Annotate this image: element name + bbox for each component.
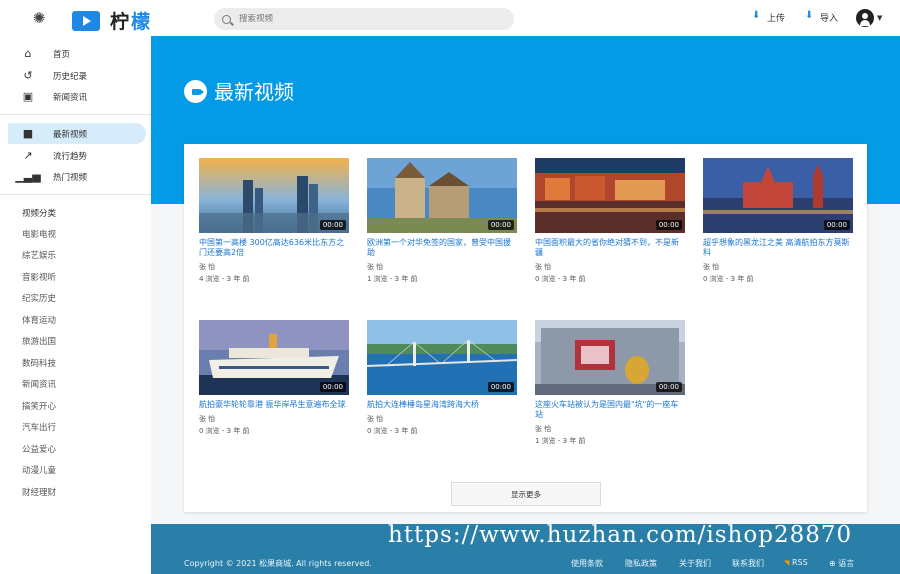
video-item[interactable]: 00:00 中国面积最大的省你绝对猜不到，不是新疆 张 怡 0 浏览 - 3 年… bbox=[535, 158, 685, 284]
video-author[interactable]: 张 怡 bbox=[199, 414, 349, 424]
video-author[interactable]: 张 怡 bbox=[535, 424, 685, 434]
bar-chart-icon: ▁▃▅ bbox=[15, 170, 41, 183]
video-thumbnail[interactable]: 00:00 bbox=[367, 320, 517, 395]
logo-text: 柠檬 bbox=[110, 11, 153, 33]
main-content: 最新视频 00:00 中国第一高楼 300亿高达636米比东方之门还要高2倍 张… bbox=[151, 36, 900, 524]
category-link[interactable]: 综艺娱乐 bbox=[22, 249, 56, 261]
footer-link-language[interactable]: ⊕ 语言 bbox=[829, 558, 854, 569]
video-thumbnail[interactable]: 00:00 bbox=[703, 158, 853, 233]
video-thumbnail[interactable]: 00:00 bbox=[535, 158, 685, 233]
brightness-icon[interactable]: ✺ bbox=[30, 9, 48, 27]
sidebar-divider bbox=[0, 114, 151, 115]
video-meta: 0 浏览 - 3 年 前 bbox=[199, 427, 250, 435]
search-icon[interactable] bbox=[222, 14, 231, 24]
category-link[interactable]: 体育运动 bbox=[22, 314, 56, 326]
import-label: 导入 bbox=[820, 14, 839, 24]
footer-link-terms[interactable]: 使用条款 bbox=[571, 558, 603, 569]
video-meta: 1 浏览 - 3 年 前 bbox=[367, 275, 418, 283]
video-author[interactable]: 张 怡 bbox=[367, 414, 517, 424]
upload-button[interactable]: 上传 bbox=[752, 10, 786, 25]
upload-label: 上传 bbox=[767, 14, 786, 24]
video-camera-icon bbox=[184, 80, 207, 103]
video-item[interactable]: 00:00 这座火车站被认为是国内最"坑"的一座车站 张 怡 1 浏览 - 3 … bbox=[535, 320, 685, 446]
video-thumbnail[interactable]: 00:00 bbox=[199, 158, 349, 233]
video-title[interactable]: 这座火车站被认为是国内最"坑"的一座车站 bbox=[535, 400, 685, 420]
video-title[interactable]: 中国面积最大的省你绝对猜不到，不是新疆 bbox=[535, 238, 685, 258]
sidebar-item-trending[interactable]: ↗ 流行趋势 bbox=[8, 145, 146, 166]
video-author[interactable]: 张 怡 bbox=[535, 262, 685, 272]
category-link[interactable]: 音影视听 bbox=[22, 271, 56, 283]
footer-link-about[interactable]: 关于我们 bbox=[679, 558, 711, 569]
video-item[interactable]: 00:00 航拍大连棒棰岛星海湾跨海大桥 张 怡 0 浏览 - 3 年 前 bbox=[367, 320, 517, 436]
categories-title: 视频分类 bbox=[22, 209, 57, 219]
video-item[interactable]: 00:00 超乎想象的黑龙江之美 高清航拍东方莫斯科 张 怡 0 浏览 - 3 … bbox=[703, 158, 853, 284]
sidebar-divider bbox=[0, 194, 151, 195]
site-logo[interactable]: 柠檬 bbox=[72, 7, 152, 34]
caret-down-icon[interactable]: ▼ bbox=[877, 14, 882, 22]
category-link[interactable]: 电影电视 bbox=[22, 228, 56, 240]
rss-icon: ◥ bbox=[784, 559, 790, 567]
video-camera-icon: ■ bbox=[22, 127, 34, 140]
video-thumbnail[interactable]: 00:00 bbox=[199, 320, 349, 395]
category-link[interactable]: 新闻资讯 bbox=[22, 378, 56, 390]
show-more-button[interactable]: 显示更多 bbox=[451, 482, 601, 506]
sidebar-item-latest-videos[interactable]: ■ 最新视频 bbox=[8, 123, 146, 144]
video-title[interactable]: 超乎想象的黑龙江之美 高清航拍东方莫斯科 bbox=[703, 238, 853, 258]
footer-link-contact[interactable]: 联系我们 bbox=[732, 558, 764, 569]
video-title[interactable]: 航拍大连棒棰岛星海湾跨海大桥 bbox=[367, 400, 517, 410]
video-title[interactable]: 航拍豪华轮轮靠港 振华岸吊生意遍布全球 bbox=[199, 400, 349, 410]
account-icon[interactable] bbox=[856, 9, 874, 27]
video-author[interactable]: 张 怡 bbox=[367, 262, 517, 272]
category-link[interactable]: 纪实历史 bbox=[22, 292, 56, 304]
sidebar-item-popular[interactable]: ▁▃▅ 热门视频 bbox=[8, 166, 146, 187]
search-input[interactable] bbox=[239, 14, 499, 24]
category-link[interactable]: 搞笑开心 bbox=[22, 400, 56, 412]
category-link[interactable]: 汽车出行 bbox=[22, 421, 56, 433]
video-item[interactable]: 00:00 航拍豪华轮轮靠港 振华岸吊生意遍布全球 张 怡 0 浏览 - 3 年… bbox=[199, 320, 349, 436]
video-title[interactable]: 欧洲第一个对华免签的国家，曾受中国援助 bbox=[367, 238, 517, 258]
import-button[interactable]: 导入 bbox=[805, 10, 839, 25]
globe-icon: ⊕ bbox=[829, 559, 836, 568]
page-title: 最新视频 bbox=[214, 80, 294, 104]
video-grid-card: 00:00 中国第一高楼 300亿高达636米比东方之门还要高2倍 张 怡 4 … bbox=[184, 144, 867, 512]
sidebar-item-history[interactable]: ↺ 历史纪录 bbox=[8, 65, 146, 86]
copyright-text: Copyright © 2021 松果商城. All rights reserv… bbox=[184, 559, 372, 568]
play-logo-icon bbox=[72, 10, 100, 31]
video-title[interactable]: 中国第一高楼 300亿高达636米比东方之门还要高2倍 bbox=[199, 238, 349, 258]
sidebar-item-news[interactable]: ▣ 新闻资讯 bbox=[8, 86, 146, 107]
video-author[interactable]: 张 怡 bbox=[199, 262, 349, 272]
video-meta: 0 浏览 - 3 年 前 bbox=[703, 275, 754, 283]
video-thumbnail[interactable]: 00:00 bbox=[367, 158, 517, 233]
sidebar-item-home[interactable]: ⌂ 首页 bbox=[8, 43, 146, 64]
news-icon: ▣ bbox=[22, 90, 34, 103]
category-link[interactable]: 公益爱心 bbox=[22, 443, 56, 455]
category-link[interactable]: 动漫儿童 bbox=[22, 464, 56, 476]
video-item[interactable]: 00:00 中国第一高楼 300亿高达636米比东方之门还要高2倍 张 怡 4 … bbox=[199, 158, 349, 284]
video-meta: 0 浏览 - 3 年 前 bbox=[367, 427, 418, 435]
footer: https://www.huzhan.com/ishop28870 Copyri… bbox=[151, 522, 900, 574]
video-meta: 1 浏览 - 3 年 前 bbox=[535, 437, 586, 445]
top-header: ✺ 柠檬 上传 导入 ▼ bbox=[0, 0, 900, 36]
footer-link-rss[interactable]: ◥ RSS bbox=[784, 558, 808, 567]
import-icon bbox=[805, 10, 816, 24]
video-thumbnail[interactable]: 00:00 bbox=[535, 320, 685, 395]
history-icon: ↺ bbox=[23, 69, 33, 82]
category-link[interactable]: 数码科技 bbox=[22, 357, 56, 369]
category-link[interactable]: 财经理财 bbox=[22, 486, 56, 498]
footer-link-privacy[interactable]: 隐私政策 bbox=[625, 558, 657, 569]
home-icon: ⌂ bbox=[24, 47, 32, 60]
video-meta: 0 浏览 - 3 年 前 bbox=[535, 275, 586, 283]
search-bar[interactable] bbox=[214, 8, 514, 30]
video-meta: 4 浏览 - 3 年 前 bbox=[199, 275, 250, 283]
watermark-text: https://www.huzhan.com/ishop28870 bbox=[388, 522, 853, 548]
video-item[interactable]: 00:00 欧洲第一个对华免签的国家，曾受中国援助 张 怡 1 浏览 - 3 年… bbox=[367, 158, 517, 284]
trending-icon: ↗ bbox=[23, 149, 33, 162]
category-link[interactable]: 旅游出国 bbox=[22, 335, 56, 347]
video-author[interactable]: 张 怡 bbox=[703, 262, 853, 272]
upload-icon bbox=[752, 10, 763, 24]
sidebar: ⌂ 首页 ↺ 历史纪录 ▣ 新闻资讯 ■ 最新视频 ↗ 流行趋势 ▁▃▅ 热门视… bbox=[0, 36, 151, 574]
